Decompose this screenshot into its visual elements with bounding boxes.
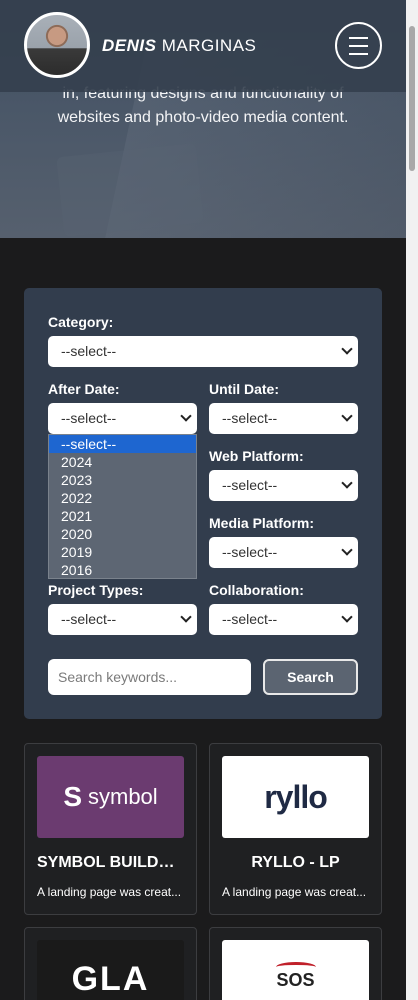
- hamburger-menu-button[interactable]: [335, 22, 382, 69]
- category-label: Category:: [48, 314, 114, 330]
- until-date-select[interactable]: --select--: [209, 403, 358, 434]
- project-description: A landing page was creat...: [37, 885, 182, 899]
- brand-last-name: MARGINAS: [161, 36, 257, 55]
- project-thumbnail: ryllo: [222, 756, 369, 838]
- chevron-down-icon: [341, 410, 353, 422]
- site-header: DENIS MARGINAS: [0, 0, 406, 92]
- category-select[interactable]: --select--: [48, 336, 358, 367]
- after-date-select-value: --select--: [61, 410, 117, 426]
- project-title: SYMBOL BUILDCO...: [37, 854, 196, 871]
- project-types-select[interactable]: --select--: [48, 604, 197, 635]
- after-date-label: After Date:: [48, 381, 120, 397]
- project-thumbnail: SOS: [222, 940, 369, 1000]
- until-date-select-value: --select--: [222, 410, 278, 426]
- dropdown-option[interactable]: --select--: [49, 435, 196, 453]
- search-keywords-input[interactable]: [48, 659, 251, 695]
- project-types-select-value: --select--: [61, 611, 117, 627]
- project-card[interactable]: S symbol SYMBOL BUILDCO... A landing pag…: [24, 743, 197, 915]
- after-date-select[interactable]: --select--: [48, 403, 197, 434]
- media-platform-select[interactable]: --select--: [209, 537, 358, 568]
- chevron-down-icon: [341, 544, 353, 556]
- dropdown-option[interactable]: 2020: [49, 525, 196, 543]
- gla-logo: GLA: [37, 940, 184, 1000]
- scrollbar-thumb[interactable]: [409, 26, 415, 171]
- media-platform-label: Media Platform:: [209, 515, 315, 531]
- site-logo[interactable]: DENIS MARGINAS: [102, 36, 256, 56]
- chevron-down-icon: [180, 611, 192, 623]
- chevron-down-icon: [341, 343, 353, 355]
- page-scrollbar[interactable]: [406, 0, 418, 1000]
- web-platform-select-value: --select--: [222, 477, 278, 493]
- project-thumbnail: S symbol: [37, 756, 184, 838]
- sos-logo: SOS: [222, 940, 369, 1000]
- project-types-label: Project Types:: [48, 582, 144, 598]
- web-platform-select[interactable]: --select--: [209, 470, 358, 501]
- dropdown-option[interactable]: 2019: [49, 543, 196, 561]
- symbol-logo: S symbol: [37, 756, 184, 838]
- collaboration-select-value: --select--: [222, 611, 278, 627]
- hero-line-2: websites and photo-video media content.: [57, 109, 349, 126]
- project-card[interactable]: ryllo RYLLO - LP A landing page was crea…: [209, 743, 382, 915]
- category-select-value: --select--: [61, 343, 117, 359]
- dropdown-option[interactable]: 2023: [49, 471, 196, 489]
- project-title: RYLLO - LP: [251, 854, 340, 871]
- collaboration-select[interactable]: --select--: [209, 604, 358, 635]
- media-platform-select-value: --select--: [222, 544, 278, 560]
- menu-icon-bar: [349, 45, 368, 47]
- avatar[interactable]: [24, 12, 90, 78]
- dropdown-option[interactable]: 2016: [49, 561, 196, 579]
- dropdown-option[interactable]: 2021: [49, 507, 196, 525]
- project-card[interactable]: GLA: [24, 927, 197, 1000]
- search-button[interactable]: Search: [263, 659, 358, 695]
- project-card[interactable]: SOS: [209, 927, 382, 1000]
- menu-icon-bar: [349, 53, 368, 55]
- project-thumbnail: GLA: [37, 940, 184, 1000]
- menu-icon-bar: [349, 37, 368, 39]
- dropdown-option[interactable]: 2022: [49, 489, 196, 507]
- project-description: A landing page was creat...: [222, 885, 367, 899]
- dropdown-option[interactable]: 2024: [49, 453, 196, 471]
- chevron-down-icon: [180, 410, 192, 422]
- until-date-label: Until Date:: [209, 381, 279, 397]
- chevron-down-icon: [341, 611, 353, 623]
- collaboration-label: Collaboration:: [209, 582, 304, 598]
- brand-first-name: DENIS: [102, 36, 157, 55]
- after-date-dropdown-list: --select-- 2024 2023 2022 2021 2020 2019…: [48, 434, 197, 579]
- ryllo-logo: ryllo: [222, 756, 369, 838]
- web-platform-label: Web Platform:: [209, 448, 304, 464]
- chevron-down-icon: [341, 477, 353, 489]
- hero-background-shape: [56, 142, 204, 238]
